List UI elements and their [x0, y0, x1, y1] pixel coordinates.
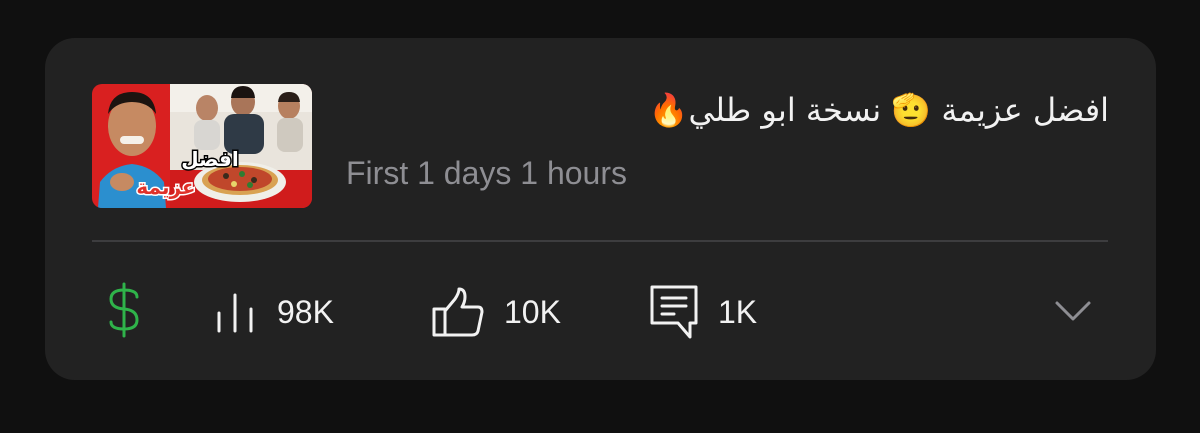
video-thumbnail[interactable]: افضل عزيمة — [92, 84, 312, 208]
comment-icon — [650, 285, 698, 339]
thumbnail-text-top: افضل — [181, 147, 239, 171]
thumbs-up-icon — [432, 287, 484, 337]
bar-chart-icon — [215, 291, 257, 333]
chevron-down-icon[interactable] — [1053, 295, 1093, 327]
likes-count: 10K — [504, 294, 561, 330]
views-stat[interactable]: 98K — [215, 286, 334, 338]
thumbnail-text-bottom: عزيمة — [136, 175, 195, 199]
divider — [92, 240, 1108, 242]
dollar-icon[interactable] — [106, 282, 142, 338]
views-count: 98K — [277, 294, 334, 330]
likes-stat[interactable]: 10K — [432, 286, 561, 338]
comments-stat[interactable]: 1K — [650, 285, 758, 339]
video-age-label: First 1 days 1 hours — [346, 155, 627, 191]
video-title[interactable]: افضل عزيمة 🫡 نسخة ابو طلي🔥 — [389, 90, 1109, 130]
comments-count: 1K — [718, 294, 758, 330]
video-card[interactable]: افضل عزيمة افضل عزيمة 🫡 نسخة ابو طلي🔥 Fi… — [45, 38, 1156, 380]
